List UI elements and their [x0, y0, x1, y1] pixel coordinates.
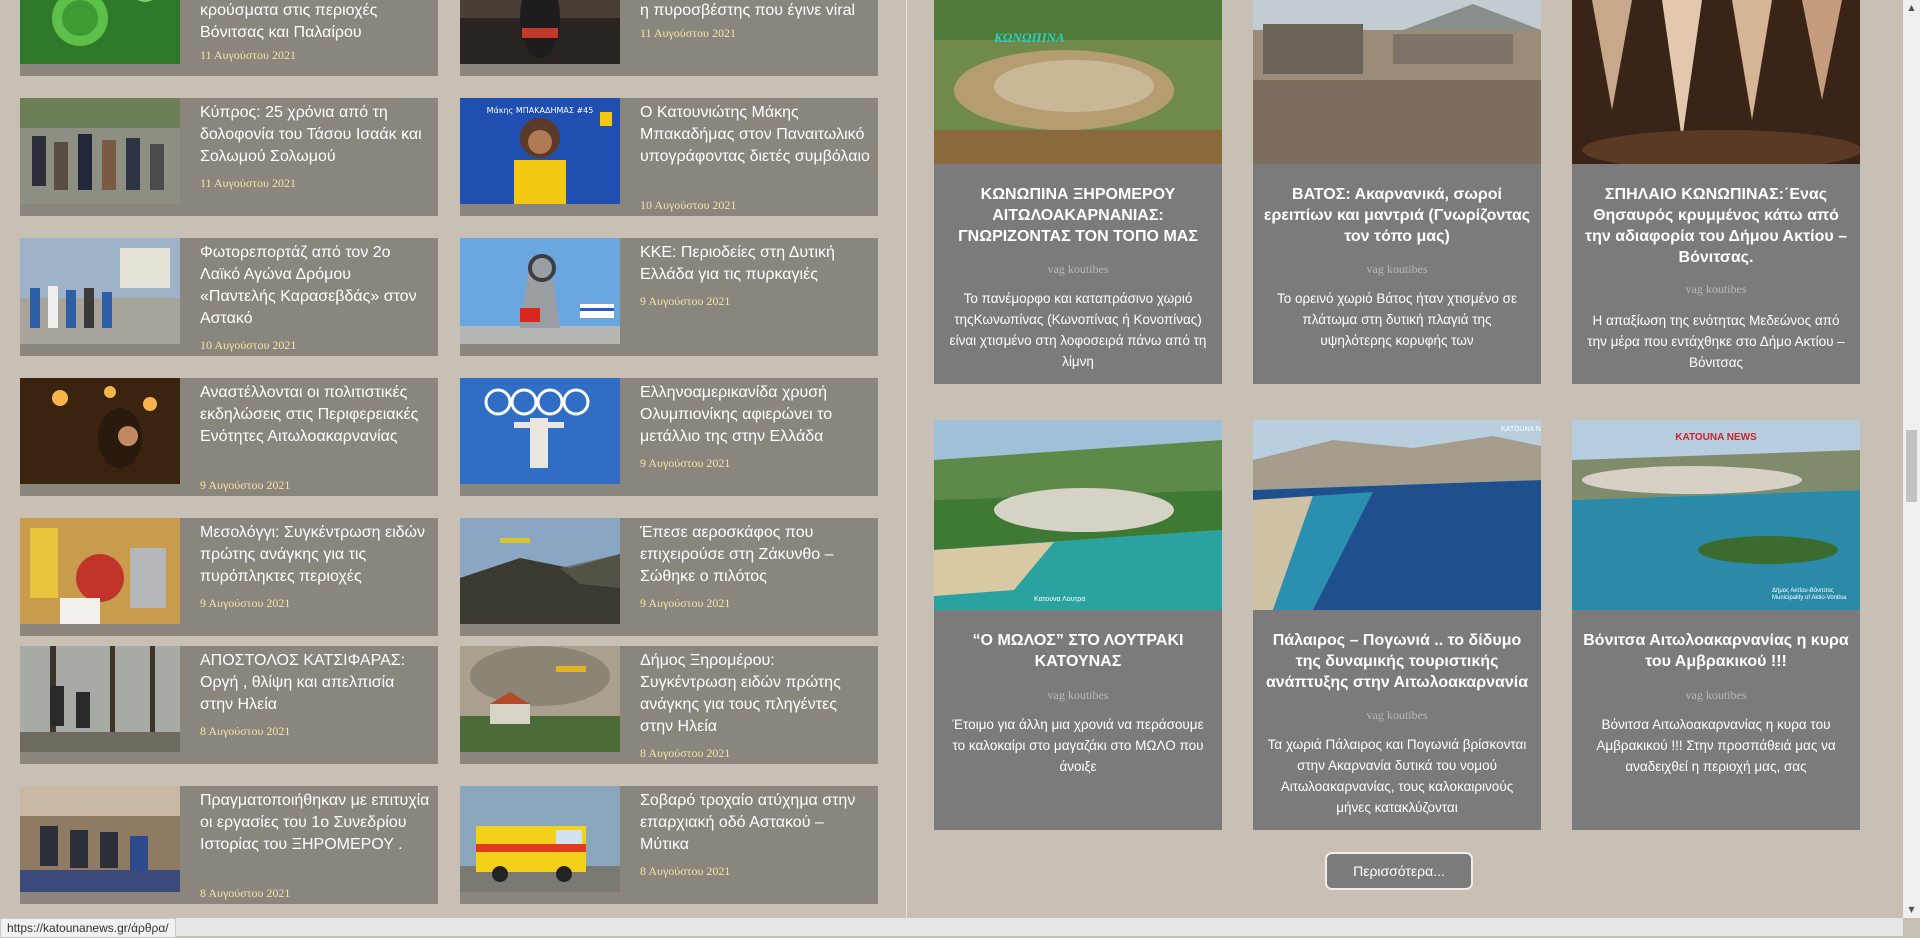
- news-item[interactable]: Ελληνοαμερικανίδα χρυσή Ολυμπιονίκης αφι…: [460, 378, 878, 496]
- news-thumbnail[interactable]: [20, 646, 180, 752]
- card-image[interactable]: [1253, 420, 1541, 610]
- news-title[interactable]: Δήμος Ξηρομέρου: Συγκέντρωση ειδών πρώτη…: [640, 650, 870, 738]
- news-title[interactable]: Έπεσε αεροσκάφος που επιχειρούσε στη Ζάκ…: [640, 522, 870, 588]
- news-title[interactable]: Ελληνοαμερικανίδα χρυσή Ολυμπιονίκης αφι…: [640, 382, 870, 448]
- news-date: 9 Αυγούστου 2021: [640, 294, 731, 308]
- news-title[interactable]: κρούσματα στις περιοχές Βόνιτσας και Παλ…: [200, 0, 430, 44]
- news-thumbnail[interactable]: [460, 0, 620, 64]
- card-title[interactable]: ΒΑΤΟΣ: Ακαρνανικά, σωροί ερειπίων και μα…: [1261, 184, 1533, 247]
- news-date: 9 Αυγούστου 2021: [640, 456, 731, 470]
- news-title[interactable]: Αναστέλλονται οι πολιτιστικές εκδηλώσεις…: [200, 382, 430, 448]
- column-divider: [906, 0, 907, 936]
- news-date: 8 Αυγούστου 2021: [640, 864, 731, 878]
- news-date: 8 Αυγούστου 2021: [640, 746, 731, 760]
- card-author[interactable]: vag koutibes: [934, 688, 1222, 703]
- triangle-down-icon[interactable]: ▼: [1903, 902, 1920, 918]
- news-title[interactable]: Σοβαρό τροχαίο ατύχημα στην επαρχιακή οδ…: [640, 790, 870, 856]
- news-date: 8 Αυγούστου 2021: [200, 886, 291, 900]
- news-date: 10 Αυγούστου 2021: [640, 198, 737, 212]
- triangle-up-icon[interactable]: ▲: [1903, 0, 1920, 16]
- card-author[interactable]: vag koutibes: [1253, 708, 1541, 723]
- card-title[interactable]: ΣΠΗΛΑΙΟ ΚΩΝΩΠΙΝΑΣ:΄Ενας Θησαυρός κρυμμέν…: [1580, 184, 1852, 268]
- card-image[interactable]: [1572, 0, 1860, 164]
- news-title[interactable]: Φωτορεπορτάζ από τον 2ο Λαϊκό Αγώνα Δρόμ…: [200, 242, 430, 330]
- card-image[interactable]: [934, 420, 1222, 610]
- news-date: 11 Αυγούστου 2021: [640, 26, 736, 40]
- card-title[interactable]: “Ο ΜΩΛΟΣ” ΣΤΟ ΛΟΥΤΡΑΚΙ ΚΑΤΟΥΝΑΣ: [942, 630, 1214, 672]
- card-title[interactable]: ΚΩΝΩΠΙΝΑ ΞΗΡΟΜΕΡΟΥ ΑΙΤΩΛΟΑΚΑΡΝΑΝΙΑΣ: ΓΝΩ…: [942, 184, 1214, 247]
- news-title[interactable]: ΚΚΕ: Περιοδείες στη Δυτική Ελλάδα για τι…: [640, 242, 870, 286]
- news-title[interactable]: ΑΠΟΣΤΟΛΟΣ ΚΑΤΣΙΦΑΡΑΣ: Οργή , θλίψη και α…: [200, 650, 430, 716]
- news-thumbnail[interactable]: [20, 378, 180, 484]
- news-title[interactable]: Πραγματοποιήθηκαν με επιτυχία οι εργασίε…: [200, 790, 430, 856]
- card-author[interactable]: vag koutibes: [1253, 262, 1541, 277]
- news-date: 8 Αυγούστου 2021: [200, 724, 291, 738]
- card-author[interactable]: vag koutibes: [934, 262, 1222, 277]
- news-thumbnail[interactable]: [20, 518, 180, 624]
- article-card[interactable]: KATOUNA NEWS Δήμος Ακτίου-Βόνιτσας Munic…: [1572, 420, 1860, 830]
- card-image[interactable]: [1253, 0, 1541, 164]
- news-item[interactable]: Μεσολόγγι: Συγκέντρωση ειδών πρώτης ανάγ…: [20, 518, 438, 636]
- scrollbar-thumb[interactable]: [1906, 430, 1917, 502]
- image-caption-municipality: Δήμος Ακτίου-Βόνιτσας Municipality of Ak…: [1772, 588, 1847, 601]
- card-excerpt: Η απαξίωση της ενότητας Μεδεώνος από την…: [1587, 313, 1845, 370]
- card-title[interactable]: Βόνιτσα Αιτωλοακαρνανίας η κυρα του Αμβρ…: [1580, 630, 1852, 672]
- image-caption: KATOUNA N: [1501, 426, 1541, 433]
- left-news-list: κρούσματα στις περιοχές Βόνιτσας και Παλ…: [0, 0, 900, 936]
- news-item[interactable]: Έπεσε αεροσκάφος που επιχειρούσε στη Ζάκ…: [460, 518, 878, 636]
- news-thumbnail[interactable]: [460, 646, 620, 752]
- news-title[interactable]: η πυροσβέστης που έγινε viral: [640, 0, 870, 22]
- news-thumbnail[interactable]: [20, 98, 180, 204]
- news-item[interactable]: Φωτορεπορτάζ από τον 2ο Λαϊκό Αγώνα Δρόμ…: [20, 238, 438, 356]
- image-caption: ΚΩΝΩΠΙΝΑ: [994, 30, 1065, 45]
- news-item[interactable]: Πραγματοποιήθηκαν με επιτυχία οι εργασίε…: [20, 786, 438, 904]
- card-author[interactable]: vag koutibes: [1572, 688, 1860, 703]
- news-item[interactable]: Δήμος Ξηρομέρου: Συγκέντρωση ειδών πρώτη…: [460, 646, 878, 764]
- news-thumbnail[interactable]: [460, 518, 620, 624]
- news-title[interactable]: Μεσολόγγι: Συγκέντρωση ειδών πρώτης ανάγ…: [200, 522, 430, 588]
- news-item[interactable]: η πυροσβέστης που έγινε viral 11 Αυγούστ…: [460, 0, 878, 76]
- news-item[interactable]: ΑΠΟΣΤΟΛΟΣ ΚΑΤΣΙΦΑΡΑΣ: Οργή , θλίψη και α…: [20, 646, 438, 764]
- image-caption: KATOUNA NEWS: [1675, 432, 1757, 443]
- card-image[interactable]: [1572, 420, 1860, 610]
- article-card[interactable]: KATOUNA N Πάλαιρος – Πογωνιά .. το δίδυμ…: [1253, 420, 1541, 830]
- news-item[interactable]: ΚΚΕ: Περιοδείες στη Δυτική Ελλάδα για τι…: [460, 238, 878, 356]
- news-date: 9 Αυγούστου 2021: [200, 596, 291, 610]
- news-thumbnail[interactable]: [20, 238, 180, 344]
- news-date: 10 Αυγούστου 2021: [200, 338, 297, 352]
- news-thumbnail[interactable]: [20, 786, 180, 892]
- more-button[interactable]: Περισσότερα...: [1325, 852, 1473, 890]
- horizontal-scrollbar[interactable]: [0, 918, 1903, 936]
- news-thumbnail[interactable]: [20, 0, 180, 64]
- article-card[interactable]: ΚΩΝΩΠΙΝΑ ΚΩΝΩΠΙΝΑ ΞΗΡΟΜΕΡΟΥ ΑΙΤΩΛΟΑΚΑΡΝΑ…: [934, 0, 1222, 384]
- news-item[interactable]: Κύπρος: 25 χρόνια από τη δολοφονία του Τ…: [20, 98, 438, 216]
- card-excerpt: Το ορεινό χωριό Βάτος ήταν χτισμένο σε π…: [1276, 291, 1517, 348]
- news-thumbnail[interactable]: [460, 238, 620, 344]
- card-excerpt: Τα χωριά Πάλαιρος και Πογωνιά βρίσκονται…: [1267, 737, 1527, 815]
- card-excerpt: Έτοιμο για άλλη μια χρονιά να περάσουμε …: [952, 717, 1204, 774]
- status-url: https://katounanews.gr/άρθρα/: [0, 918, 176, 938]
- news-title[interactable]: Ο Κατουνιώτης Μάκης Μπακαδήμας στον Πανα…: [640, 102, 870, 168]
- news-date: 11 Αυγούστου 2021: [200, 176, 296, 190]
- news-title[interactable]: Κύπρος: 25 χρόνια από τη δολοφονία του Τ…: [200, 102, 430, 168]
- card-excerpt: Βόνιτσα Αιτωλοακαρνανίας η κυρα του Αμβρ…: [1596, 717, 1836, 774]
- article-card[interactable]: ΒΑΤΟΣ: Ακαρνανικά, σωροί ερειπίων και μα…: [1253, 0, 1541, 384]
- news-date: 9 Αυγούστου 2021: [640, 596, 731, 610]
- card-author[interactable]: vag koutibes: [1572, 282, 1860, 297]
- article-card[interactable]: ΣΠΗΛΑΙΟ ΚΩΝΩΠΙΝΑΣ:΄Ενας Θησαυρός κρυμμέν…: [1572, 0, 1860, 384]
- news-date: 9 Αυγούστου 2021: [200, 478, 291, 492]
- card-excerpt: Το πανέμορφο και καταπράσινο χωριό τηςΚω…: [949, 291, 1207, 369]
- news-item[interactable]: κρούσματα στις περιοχές Βόνιτσας και Παλ…: [20, 0, 438, 76]
- news-thumbnail[interactable]: [460, 786, 620, 892]
- article-card[interactable]: Κατουνα Λουτρα “Ο ΜΩΛΟΣ” ΣΤΟ ΛΟΥΤΡΑΚΙ ΚΑ…: [934, 420, 1222, 830]
- news-item[interactable]: Σοβαρό τροχαίο ατύχημα στην επαρχιακή οδ…: [460, 786, 878, 904]
- image-caption: Κατουνα Λουτρα: [1034, 596, 1086, 603]
- news-item[interactable]: Αναστέλλονται οι πολιτιστικές εκδηλώσεις…: [20, 378, 438, 496]
- card-title[interactable]: Πάλαιρος – Πογωνιά .. το δίδυμο της δυνα…: [1261, 630, 1533, 693]
- news-item[interactable]: Μάκης ΜΠΑΚΑΔΗΜΑΣ #45 Ο Κατουνιώτης Μάκης…: [460, 98, 878, 216]
- news-date: 11 Αυγούστου 2021: [200, 48, 296, 62]
- news-thumbnail[interactable]: [460, 378, 620, 484]
- news-thumbnail[interactable]: [460, 98, 620, 204]
- card-image[interactable]: [934, 0, 1222, 164]
